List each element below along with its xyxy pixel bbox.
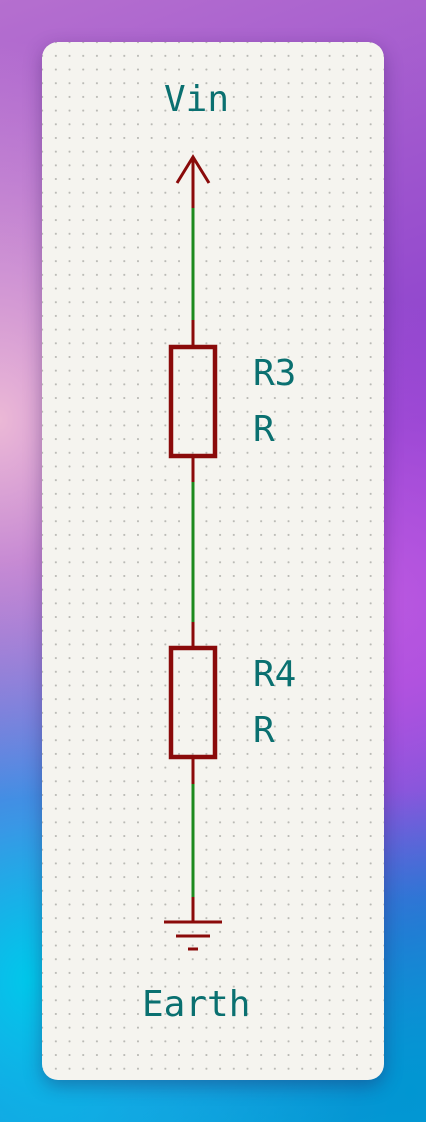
r4-value-label: R — [253, 710, 275, 751]
net-label-vin: Vin — [164, 79, 230, 120]
resistor-r3[interactable] — [168, 320, 218, 482]
schematic-drawing — [164, 154, 222, 951]
earth-ground-icon[interactable] — [164, 897, 222, 951]
r4-reference-label: R4 — [253, 654, 297, 695]
net-label-earth: Earth — [142, 984, 251, 1025]
r3-value-label: R — [253, 409, 275, 450]
resistor-r4[interactable] — [168, 622, 218, 784]
r3-reference-label: R3 — [253, 353, 297, 394]
power-arrow-icon[interactable] — [175, 154, 211, 208]
